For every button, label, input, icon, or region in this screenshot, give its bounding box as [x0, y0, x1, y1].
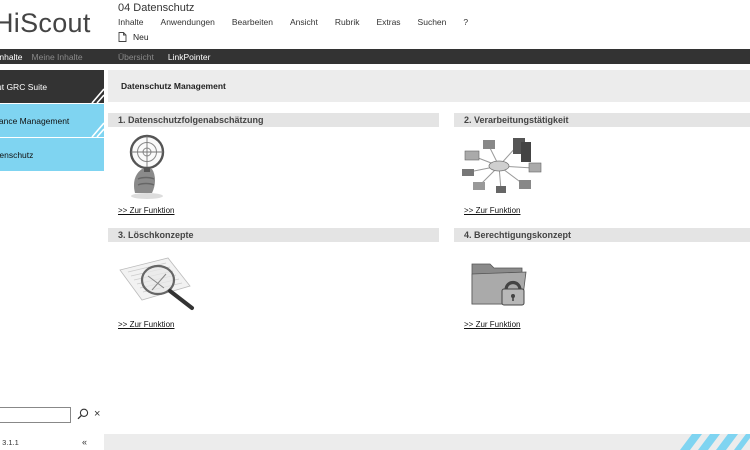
sidebar-item-label: iance Management [0, 115, 70, 126]
tab-inhalte[interactable]: Inhalte [0, 52, 23, 62]
section-title: 3. Löschkonzepte [118, 230, 194, 240]
collapse-sidebar-icon[interactable]: « [82, 437, 87, 447]
section-title: 1. Datenschutzfolgenabschätzung [118, 115, 264, 125]
sidebar-item-grc-suite[interactable]: ut GRC Suite [0, 70, 104, 103]
version-label: : 3.1.1 [0, 438, 19, 447]
tab-meine-inhalte[interactable]: Meine Inhalte [32, 52, 83, 62]
header-notch-icon [108, 70, 114, 102]
menu-inhalte[interactable]: Inhalte [118, 17, 144, 27]
target-magnifier-icon [129, 134, 165, 199]
menu-bar: Inhalte Anwendungen Bearbeiten Ansicht R… [118, 17, 485, 27]
tab-uebersicht[interactable]: Übersicht [118, 52, 154, 62]
section-title: 2. Verarbeitungstätigkeit [464, 115, 569, 125]
section-heading-2: 2. Verarbeitungstätigkeit [454, 113, 750, 127]
new-label: Neu [133, 32, 149, 42]
section-heading-3: 3. Löschkonzepte [108, 228, 439, 242]
function-link-1[interactable]: >> Zur Funktion [118, 206, 174, 215]
menu-suchen[interactable]: Suchen [418, 17, 447, 27]
footer-bar [104, 434, 750, 450]
function-link-4[interactable]: >> Zur Funktion [464, 320, 520, 329]
content-header: Datenschutz Management [108, 70, 750, 102]
magnifier-document-icon [119, 257, 194, 310]
section-title: 4. Berechtigungskonzept [464, 230, 572, 240]
menu-anwendungen[interactable]: Anwendungen [161, 17, 215, 27]
brand-stripes-icon [680, 434, 750, 450]
menu-rubrik[interactable]: Rubrik [335, 17, 360, 27]
section-heading-4: 4. Berechtigungskonzept [454, 228, 750, 242]
sidebar-item-compliance-management[interactable]: iance Management [0, 104, 104, 137]
section-heading-1: 1. Datenschutzfolgenabschätzung [108, 113, 439, 127]
search-icon[interactable] [77, 408, 89, 420]
sidebar-item-label: tenschutz [0, 149, 34, 160]
tab-linkpointer[interactable]: LinkPointer [168, 52, 211, 62]
nav-bar: Inhalte Meine Inhalte Übersicht LinkPoin… [0, 49, 750, 64]
menu-ansicht[interactable]: Ansicht [290, 17, 318, 27]
sidebar-item-datenschutz[interactable]: tenschutz [0, 138, 104, 171]
corner-stripe-icon [91, 122, 104, 137]
document-title: 04 Datenschutz [118, 2, 195, 14]
sidebar-search-input[interactable] [0, 407, 71, 423]
app-logo: HiScout [0, 8, 91, 38]
sidebar-item-label: ut GRC Suite [0, 81, 48, 92]
clear-search-icon[interactable]: × [94, 408, 100, 420]
menu-extras[interactable]: Extras [376, 17, 400, 27]
new-button[interactable]: Neu [118, 32, 149, 42]
function-link-3[interactable]: >> Zur Funktion [118, 320, 174, 329]
menu-help[interactable]: ? [463, 17, 468, 27]
corner-stripe-icon [91, 88, 104, 103]
menu-bearbeiten[interactable]: Bearbeiten [232, 17, 273, 27]
new-document-icon [118, 32, 127, 42]
padlock-folder-icon [471, 263, 527, 306]
network-devices-icon [462, 138, 542, 193]
page-title: Datenschutz Management [121, 81, 226, 91]
function-link-2[interactable]: >> Zur Funktion [464, 206, 520, 215]
